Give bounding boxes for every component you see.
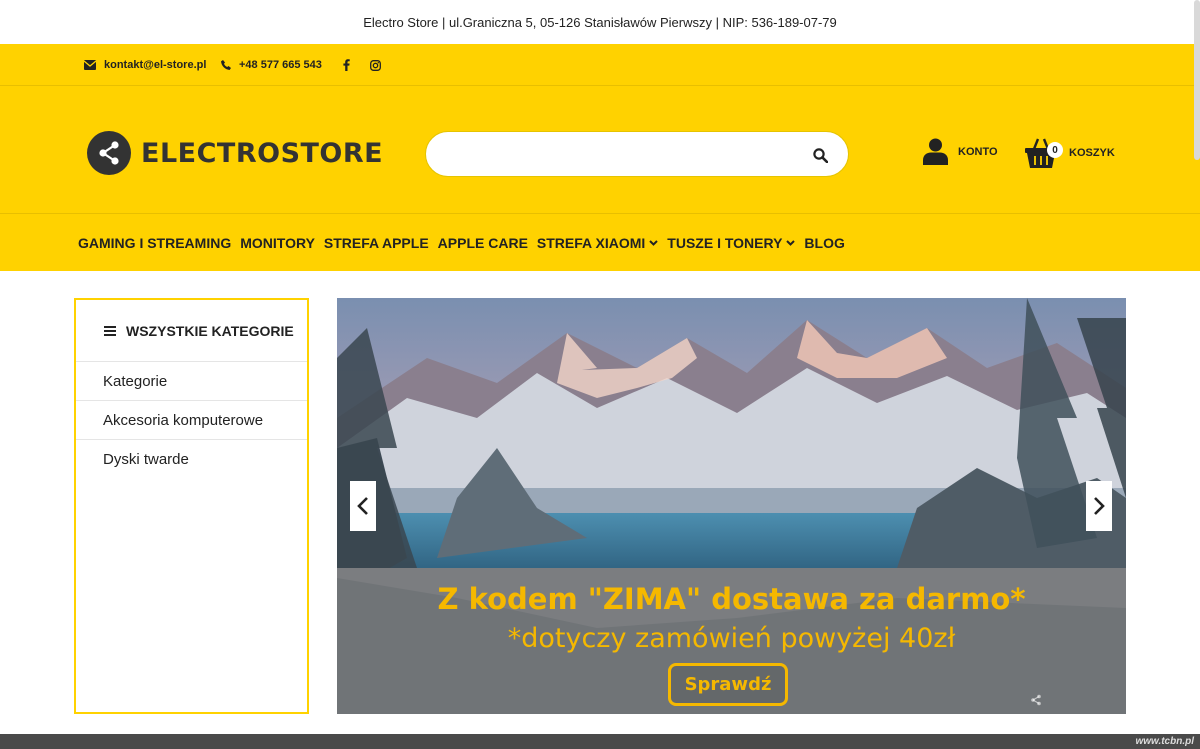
- phone-text: +48 577 665 543: [239, 59, 322, 71]
- site-logo[interactable]: ELECTROSTORE: [87, 131, 383, 175]
- chevron-down-icon: [649, 239, 659, 246]
- nav-item-apple-care[interactable]: APPLE CARE: [438, 235, 528, 251]
- slider-next-button[interactable]: [1086, 481, 1112, 531]
- envelope-icon: [84, 60, 96, 70]
- facebook-link[interactable]: [343, 44, 358, 86]
- slide-title: Z kodem "ZIMA" dostawa za darmo*: [437, 582, 1026, 616]
- phone-icon: [221, 60, 231, 70]
- cart-label: KOSZYK: [1069, 147, 1115, 159]
- slider-prev-button[interactable]: [350, 481, 376, 531]
- search-input[interactable]: [444, 142, 804, 168]
- nav-item-strefa-apple[interactable]: STREFA APPLE: [324, 235, 429, 251]
- category-label: Akcesoria komputerowe: [103, 411, 264, 429]
- email-text: kontakt@el-store.pl: [104, 59, 207, 71]
- nav-label: STREFA APPLE: [323, 234, 429, 251]
- slide-cta-button[interactable]: Sprawdź: [668, 663, 788, 706]
- nav-item-strefa-xiaomi[interactable]: STREFA XIAOMI: [536, 234, 659, 251]
- share-watermark-icon: [1030, 694, 1042, 706]
- nav-label: MONITORY: [240, 234, 315, 251]
- category-sidebar: WSZYSTKIE KATEGORIE Kategorie Akcesoria …: [74, 298, 309, 714]
- cart-link[interactable]: 0 KOSZYK: [1024, 136, 1115, 170]
- hero-slider: Z kodem "ZIMA" dostawa za darmo* *dotycz…: [337, 298, 1126, 714]
- nav-label: GAMING I STREAMING: [78, 234, 232, 251]
- nav-item-monitory[interactable]: MONITORY: [240, 235, 315, 251]
- store-address-text: Electro Store | ul.Graniczna 5, 05-126 S…: [363, 14, 837, 30]
- cart-count-badge: 0: [1047, 142, 1063, 158]
- chevron-right-icon: [1094, 497, 1105, 515]
- menu-icon: [104, 325, 116, 336]
- nav-item-blog[interactable]: BLOG: [804, 235, 844, 251]
- account-label: KONTO: [958, 145, 998, 158]
- logo-text: ELECTROSTORE: [141, 137, 384, 169]
- nav-label: TUSZE I TONERY: [667, 234, 783, 251]
- credit-text: www.tcbn.pl: [1135, 736, 1194, 747]
- share-logo-icon: [87, 131, 131, 175]
- facebook-icon: [343, 59, 350, 71]
- instagram-link[interactable]: [370, 44, 389, 86]
- chevron-down-icon: [786, 239, 796, 246]
- top-info-bar: Electro Store | ul.Graniczna 5, 05-126 S…: [0, 0, 1200, 44]
- all-categories-title: WSZYSTKIE KATEGORIE: [126, 322, 294, 339]
- nav-label: STREFA XIAOMI: [536, 234, 646, 251]
- category-label: Dyski twarde: [103, 451, 189, 468]
- account-link[interactable]: KONTO: [923, 138, 998, 165]
- category-label: Kategorie: [103, 372, 168, 390]
- instagram-icon: [370, 59, 381, 71]
- contact-bar: kontakt@el-store.pl +48 577 665 543: [0, 44, 1200, 86]
- nav-item-gaming[interactable]: GAMING I STREAMING: [78, 235, 231, 251]
- nav-item-tusze-tonery[interactable]: TUSZE I TONERY: [667, 234, 796, 251]
- search-icon: [812, 147, 828, 163]
- main-nav: GAMING I STREAMING MONITORY STREFA APPLE…: [0, 214, 1200, 271]
- phone-link[interactable]: +48 577 665 543: [221, 44, 322, 86]
- footer-strip: www.tcbn.pl: [0, 734, 1200, 749]
- nav-label: APPLE CARE: [437, 234, 528, 251]
- slide-caption: Z kodem "ZIMA" dostawa za darmo* *dotycz…: [337, 568, 1126, 714]
- category-item-akcesoria[interactable]: Akcesoria komputerowe: [76, 401, 307, 440]
- email-link[interactable]: kontakt@el-store.pl: [84, 44, 206, 86]
- search-box: [425, 131, 849, 177]
- site-header: ELECTROSTORE KONTO 0 KOSZYK: [0, 86, 1200, 214]
- all-categories-header[interactable]: WSZYSTKIE KATEGORIE: [76, 300, 307, 362]
- search-button[interactable]: [810, 145, 830, 165]
- page-scrollbar[interactable]: [1194, 0, 1200, 160]
- slide-subtitle: *dotyczy zamówień powyżej 40zł: [507, 623, 956, 654]
- chevron-left-icon: [357, 497, 368, 515]
- user-icon: [923, 138, 948, 165]
- category-item-kategorie[interactable]: Kategorie: [76, 362, 307, 401]
- nav-label: BLOG: [804, 234, 845, 251]
- category-item-dyski[interactable]: Dyski twarde: [76, 440, 307, 479]
